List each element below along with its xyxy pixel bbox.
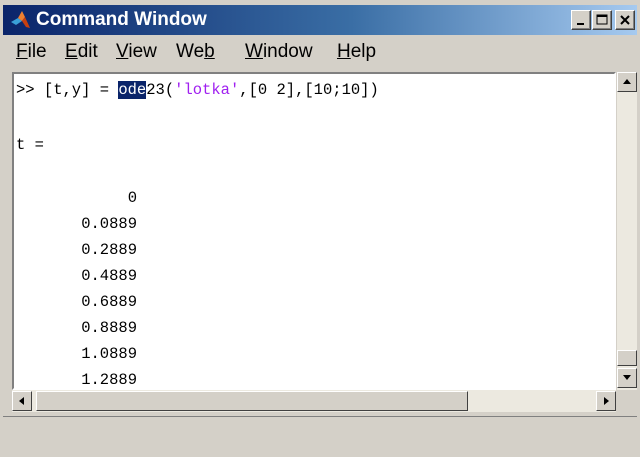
command-args: ,[0 2],[10;10]) [239, 81, 379, 99]
matlab-logo-icon [11, 11, 30, 28]
arrow-left-icon [19, 397, 24, 405]
scroll-left-button[interactable] [12, 391, 32, 411]
console-text[interactable]: >> [t,y] = ode23('lotka',[0 2],[10;10]) … [16, 78, 591, 386]
scroll-down-button[interactable] [617, 368, 637, 388]
command-line[interactable]: >> [t,y] = ode23('lotka',[0 2],[10;10]) [16, 80, 379, 100]
menu-web[interactable]: Web [176, 41, 215, 63]
t-value: 1.2889 [81, 371, 137, 386]
close-button[interactable] [615, 10, 635, 30]
minimize-button[interactable] [571, 10, 591, 30]
prompt: >> [16, 81, 44, 99]
t-value: 0.6889 [81, 293, 137, 311]
vertical-scroll-thumb[interactable] [617, 350, 637, 366]
command-func-rest: 23( [146, 81, 175, 99]
close-icon [620, 15, 630, 25]
maximize-button[interactable] [592, 10, 612, 30]
title-bar[interactable]: Command Window [3, 5, 637, 35]
command-prefix: [t,y] = [43, 81, 119, 99]
t-value: 0.4889 [81, 267, 137, 285]
menu-file[interactable]: File [16, 41, 47, 63]
minimize-icon [577, 23, 584, 25]
menu-help[interactable]: Help [337, 41, 376, 63]
t-value: 0.8889 [81, 319, 137, 337]
scroll-right-button[interactable] [596, 391, 616, 411]
scroll-up-button[interactable] [617, 72, 637, 92]
horizontal-scroll-thumb[interactable] [36, 391, 468, 411]
t-value: 0.2889 [81, 241, 137, 259]
menu-window[interactable]: Window [245, 41, 313, 63]
t-value: 1.0889 [81, 345, 137, 363]
command-window: Command Window File Edit View Web Window… [0, 0, 640, 457]
arrow-right-icon [604, 397, 609, 405]
t-value: 0 [127, 189, 137, 207]
arrow-up-icon [623, 79, 631, 84]
window-title: Command Window [36, 9, 207, 30]
vertical-scrollbar[interactable] [617, 72, 637, 390]
menu-view[interactable]: View [116, 41, 157, 63]
menu-bar: File Edit View Web Window Help [3, 37, 637, 67]
maximize-icon [596, 14, 608, 25]
variable-label: t = [16, 136, 44, 154]
menu-edit[interactable]: Edit [65, 41, 98, 63]
command-string: 'lotka' [174, 81, 240, 99]
t-value: 0.0889 [81, 215, 137, 233]
status-bar [3, 416, 637, 455]
selected-text[interactable]: ode [118, 81, 147, 99]
arrow-down-icon [623, 375, 631, 380]
horizontal-scrollbar[interactable] [12, 390, 616, 412]
console-area[interactable]: >> [t,y] = ode23('lotka',[0 2],[10;10]) … [12, 72, 616, 390]
